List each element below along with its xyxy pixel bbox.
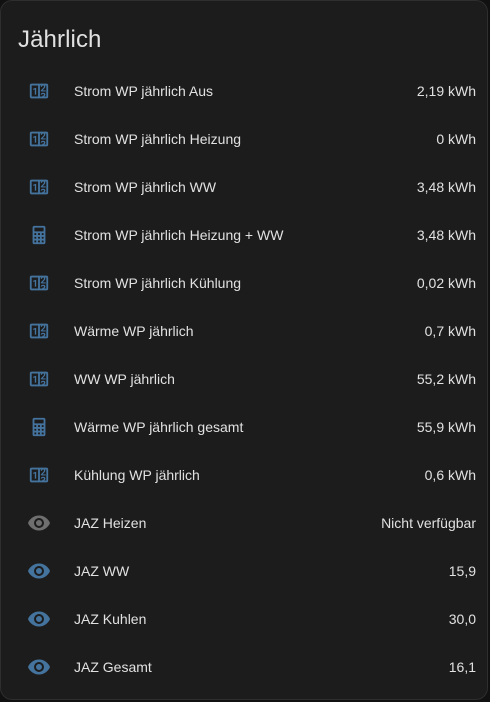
entity-name[interactable]: Wärme WP jährlich gesamt [74,403,243,451]
entity-state: 16,1 [448,659,476,675]
counter-icon[interactable] [27,175,51,199]
counter-icon[interactable] [27,271,51,295]
entity-name[interactable]: WW WP jährlich [74,355,175,403]
entity-name[interactable]: Strom WP jährlich Aus [74,67,213,115]
entity-row[interactable]: Strom WP jährlich Kühlung 0,02 kWh [1,259,489,307]
entity-row[interactable]: Strom WP jährlich WW 3,48 kWh [1,163,489,211]
entity-name[interactable]: Strom WP jährlich WW [74,163,216,211]
entity-row[interactable]: JAZ WW 15,9 [1,547,489,595]
counter-icon[interactable] [27,319,51,343]
entity-state: 55,9 kWh [416,419,476,435]
entity-name[interactable]: JAZ Gesamt [74,643,152,691]
entities-card: Jährlich Strom WP jährlich Aus 2,19 kWh … [0,0,488,700]
entity-row[interactable]: Strom WP jährlich Heizung 0 kWh [1,115,489,163]
entity-state: 0 kWh [436,131,476,147]
entity-row[interactable]: Kühlung WP jährlich 0,6 kWh [1,451,489,499]
entity-state: 15,9 [448,563,476,579]
entity-state: Nicht verfügbar [381,515,476,531]
entity-name[interactable]: Kühlung WP jährlich [74,451,200,499]
entity-name[interactable]: Strom WP jährlich Kühlung [74,259,241,307]
eye-icon[interactable] [27,655,51,679]
card-title: Jährlich [18,26,102,53]
entity-name[interactable]: JAZ WW [74,547,129,595]
entity-row[interactable]: Strom WP jährlich Heizung + WW 3,48 kWh [1,211,489,259]
entity-state: 0,02 kWh [416,275,476,291]
entity-name[interactable]: JAZ Heizen [74,499,146,547]
entity-row[interactable]: JAZ Heizen Nicht verfügbar [1,499,489,547]
entity-name[interactable]: Wärme WP jährlich [74,307,194,355]
entity-state: 55,2 kWh [416,371,476,387]
entity-row[interactable]: JAZ Kuhlen 30,0 [1,595,489,643]
entity-row[interactable]: Wärme WP jährlich 0,7 kWh [1,307,489,355]
entity-state: 30,0 [448,611,476,627]
entity-state: 3,48 kWh [416,227,476,243]
eye-icon[interactable] [27,511,51,535]
entity-name[interactable]: Strom WP jährlich Heizung + WW [74,211,283,259]
calculator-icon[interactable] [27,415,51,439]
entity-state: 0,7 kWh [424,323,476,339]
entity-state: 0,6 kWh [424,467,476,483]
counter-icon[interactable] [27,367,51,391]
entity-row[interactable]: Strom WP jährlich Aus 2,19 kWh [1,67,489,115]
entity-row[interactable]: Wärme WP jährlich gesamt 55,9 kWh [1,403,489,451]
entity-name[interactable]: Strom WP jährlich Heizung [74,115,241,163]
counter-icon[interactable] [27,127,51,151]
entity-row[interactable]: JAZ Gesamt 16,1 [1,643,489,691]
entity-state: 2,19 kWh [416,83,476,99]
counter-icon[interactable] [27,463,51,487]
entity-name[interactable]: JAZ Kuhlen [74,595,146,643]
calculator-icon[interactable] [27,223,51,247]
entity-list: Strom WP jährlich Aus 2,19 kWh Strom WP … [1,67,489,691]
eye-icon[interactable] [27,559,51,583]
entity-state: 3,48 kWh [416,179,476,195]
eye-icon[interactable] [27,607,51,631]
counter-icon[interactable] [27,79,51,103]
entity-row[interactable]: WW WP jährlich 55,2 kWh [1,355,489,403]
